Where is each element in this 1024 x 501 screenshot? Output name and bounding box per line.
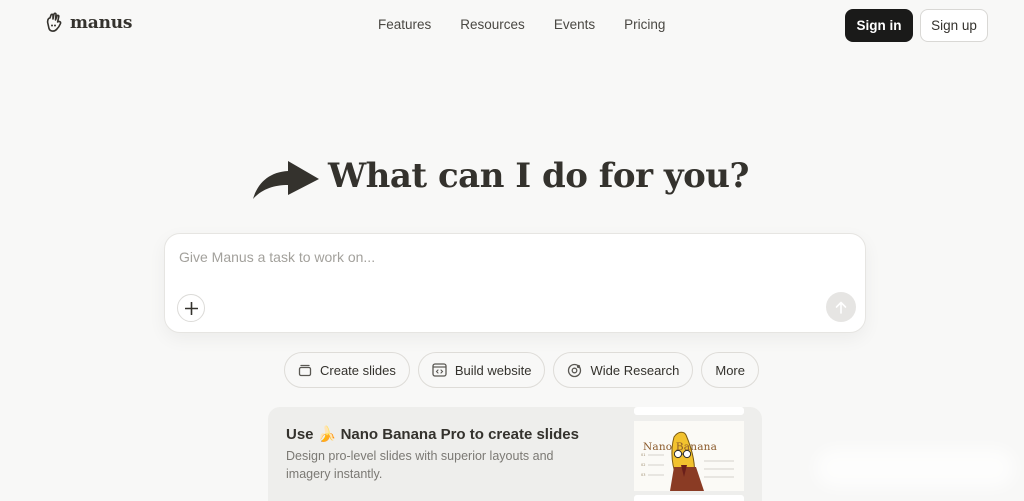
main-nav: Features Resources Events Pricing xyxy=(378,17,694,32)
promo-thumbnail: 01 02 03 Nano Banana xyxy=(634,407,744,501)
svg-text:02: 02 xyxy=(641,463,645,467)
logo[interactable]: manus xyxy=(44,12,132,34)
promo-card[interactable]: Use 🍌 Nano Banana Pro to create slides D… xyxy=(268,407,762,501)
nav-events[interactable]: Events xyxy=(554,17,595,32)
send-button[interactable] xyxy=(826,292,856,322)
task-input-box xyxy=(164,233,866,333)
code-window-icon xyxy=(432,363,447,377)
more-chip[interactable]: More xyxy=(701,352,759,388)
manus-hand-icon xyxy=(46,12,62,32)
sign-in-button[interactable]: Sign in xyxy=(845,9,913,42)
top-header: manus Features Resources Events Pricing … xyxy=(0,0,1024,52)
nav-resources[interactable]: Resources xyxy=(460,17,525,32)
promo-title-prefix: Use xyxy=(286,426,314,443)
curved-arrow-icon xyxy=(253,161,319,199)
hero-title: What can I do for you? xyxy=(328,156,749,196)
sign-up-button[interactable]: Sign up xyxy=(920,9,988,42)
svg-text:03: 03 xyxy=(641,473,645,477)
thumb-title: Nano Banana xyxy=(643,441,718,453)
create-slides-chip[interactable]: Create slides xyxy=(284,352,410,388)
logo-text: manus xyxy=(70,13,133,33)
promo-description: Design pro-level slides with superior la… xyxy=(286,449,554,481)
banana-character-illustration: 01 02 03 xyxy=(634,421,744,491)
add-attachment-button[interactable] xyxy=(177,294,205,322)
manus-home-page: manus Features Resources Events Pricing … xyxy=(0,0,1024,501)
thumb-slide-bottom xyxy=(634,495,744,501)
thumb-slide-top xyxy=(634,407,744,415)
slides-icon xyxy=(298,364,312,377)
decorative-blur xyxy=(815,448,1015,488)
nav-features[interactable]: Features xyxy=(378,17,431,32)
wide-research-chip[interactable]: Wide Research xyxy=(553,352,694,388)
more-label: More xyxy=(715,362,745,378)
svg-text:01: 01 xyxy=(641,453,645,457)
create-slides-label: Create slides xyxy=(320,362,396,378)
build-website-label: Build website xyxy=(454,362,532,378)
banana-emoji: 🍌 xyxy=(317,426,337,443)
build-website-chip[interactable]: Build website xyxy=(417,352,546,388)
arrow-up-icon xyxy=(835,301,847,314)
thumb-slide-main: 01 02 03 Nano Banana xyxy=(634,421,744,491)
promo-title: Use 🍌 Nano Banana Pro to create slides xyxy=(286,425,579,443)
research-globe-icon xyxy=(568,363,582,377)
task-input[interactable] xyxy=(179,246,849,268)
nav-pricing[interactable]: Pricing xyxy=(624,17,665,32)
quick-actions: Create slides Build website Wide Researc… xyxy=(284,352,759,388)
promo-title-suffix: Nano Banana Pro to create slides xyxy=(340,426,579,443)
wide-research-label: Wide Research xyxy=(590,362,680,378)
plus-icon xyxy=(184,301,198,315)
hero: What can I do for you? xyxy=(250,150,749,202)
